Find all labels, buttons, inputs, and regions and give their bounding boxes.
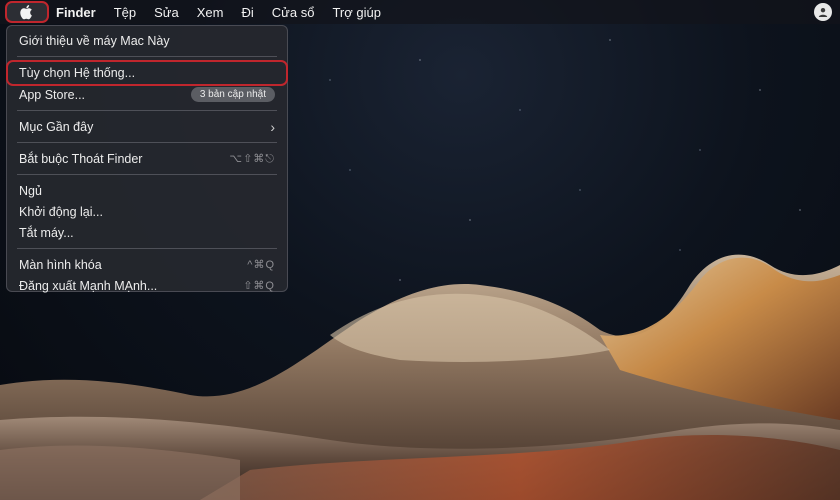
menu-item-label: App Store... — [19, 87, 86, 102]
menu-separator — [17, 142, 277, 143]
chevron-right-icon: › — [270, 118, 275, 135]
update-count-badge: 3 bản cập nhật — [190, 87, 275, 102]
menu-help[interactable]: Trợ giúp — [332, 5, 381, 20]
menu-item-recent-items[interactable]: Mục Gần đây › — [7, 116, 287, 137]
menu-item-lock-screen[interactable]: Màn hình khóa ^⌘Q — [7, 254, 287, 275]
menu-item-label: Ngủ — [19, 183, 42, 198]
keyboard-shortcut: ⌥⇧⌘⎋ — [229, 152, 275, 165]
menu-separator — [17, 56, 277, 57]
menu-separator — [17, 110, 277, 111]
user-account-icon[interactable] — [814, 3, 832, 21]
keyboard-shortcut: ⇧⌘Q — [243, 280, 275, 292]
menu-go[interactable]: Đi — [241, 5, 253, 20]
menu-file[interactable]: Tệp — [114, 5, 136, 20]
menu-item-about-this-mac[interactable]: Giới thiệu về máy Mac Này — [7, 30, 287, 51]
menu-window[interactable]: Cửa sổ — [272, 5, 315, 20]
apple-dropdown-menu: Giới thiệu về máy Mac Này Tùy chọn Hệ th… — [6, 25, 288, 293]
menu-separator — [17, 248, 277, 249]
menu-item-label: Khởi động lại... — [19, 204, 103, 219]
menu-item-shutdown[interactable]: Tắt máy... — [7, 222, 287, 243]
menu-item-sleep[interactable]: Ngủ — [7, 180, 287, 201]
menu-item-system-settings[interactable]: Tùy chọn Hệ thống... — [6, 60, 288, 86]
menu-item-label: Mục Gần đây — [19, 119, 94, 134]
menu-item-label: Tắt máy... — [19, 225, 74, 240]
apple-menu-button[interactable] — [0, 0, 49, 24]
menu-separator — [17, 174, 277, 175]
menu-item-restart[interactable]: Khởi động lại... — [7, 201, 287, 222]
annotation-highlight-system-settings — [6, 60, 288, 86]
menu-item-force-quit[interactable]: Bắt buộc Thoát Finder ⌥⇧⌘⎋ — [7, 148, 287, 169]
menu-item-label: Bắt buộc Thoát Finder — [19, 151, 143, 166]
menu-item-label: Màn hình khóa — [19, 257, 102, 272]
keyboard-shortcut: ^⌘Q — [247, 259, 275, 271]
menu-item-label: Đăng xuất Mạnh MẠnh... — [19, 278, 158, 293]
menu-item-app-store[interactable]: App Store... 3 bản cập nhật — [7, 84, 287, 105]
menu-view[interactable]: Xem — [197, 5, 224, 20]
menu-item-label: Giới thiệu về máy Mac Này — [19, 33, 170, 48]
menu-edit[interactable]: Sửa — [154, 5, 179, 20]
menu-item-log-out[interactable]: Đăng xuất Mạnh MẠnh... ⇧⌘Q — [7, 275, 287, 296]
apple-logo-icon — [20, 5, 32, 20]
menu-bar: Finder Tệp Sửa Xem Đi Cửa sổ Trợ giúp — [0, 0, 840, 24]
app-name-finder[interactable]: Finder — [56, 5, 96, 20]
